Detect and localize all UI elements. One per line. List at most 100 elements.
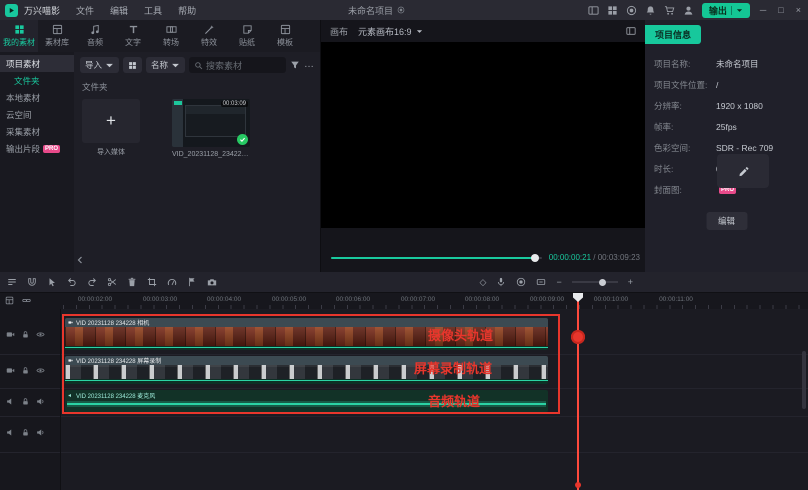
link-icon[interactable] <box>22 296 31 305</box>
preview-display-icon[interactable] <box>626 26 636 36</box>
tab-transition[interactable]: 转场 <box>152 20 190 52</box>
project-info-panel: 项目信息 项目名称: 未命名项目 项目文件位置: / 分辨率: 1920 x 1… <box>645 20 808 272</box>
marker-flag-icon[interactable] <box>187 277 197 287</box>
ruler-label: 00:00:03:00 <box>142 296 178 303</box>
preview-canvas[interactable] <box>321 42 645 228</box>
volume-icon[interactable] <box>36 397 45 406</box>
workspace-grid-icon[interactable] <box>607 5 618 16</box>
tab-audio[interactable]: 音频 <box>76 20 114 52</box>
sidebar-item-project-media[interactable]: 项目素材 <box>0 55 74 72</box>
tab-templates[interactable]: 模板 <box>266 20 304 52</box>
timeline-scrollbar[interactable] <box>802 351 806 409</box>
tab-my-media[interactable]: 我的素材 <box>0 20 38 52</box>
speaker-icon[interactable] <box>6 397 15 406</box>
keyframe-icon[interactable]: ◇ <box>480 277 487 288</box>
split-scissors-icon[interactable] <box>107 277 117 287</box>
magic-wand-icon <box>204 24 215 35</box>
sidebar-item-folder[interactable]: 文件夹 <box>0 72 74 89</box>
video-track-icon[interactable] <box>6 366 15 375</box>
cover-edit-box[interactable] <box>717 154 769 188</box>
timeline-toolbar: ◇ − + <box>0 272 808 292</box>
edit-cover-button[interactable]: 编辑 <box>705 212 748 230</box>
window-close-button[interactable]: × <box>794 5 803 15</box>
seek-handle[interactable] <box>531 253 540 262</box>
field-value: 1920 x 1080 <box>716 101 763 111</box>
volume-icon[interactable] <box>36 428 45 437</box>
menu-tools[interactable]: 工具 <box>136 4 170 17</box>
cart-icon[interactable] <box>664 5 675 16</box>
add-track-icon[interactable] <box>5 296 14 305</box>
menu-edit[interactable]: 编辑 <box>102 4 136 17</box>
import-thumb[interactable]: + <box>82 99 140 143</box>
clip-name: VID 20231128 234228 屏幕录制 <box>76 359 162 365</box>
timeline-toolbar-right: ◇ − + <box>480 277 633 288</box>
tab-label: 我的素材 <box>3 38 35 47</box>
lock-icon[interactable] <box>21 366 30 375</box>
window-minimize-button[interactable]: ─ <box>758 5 768 15</box>
redo-icon[interactable] <box>87 277 97 287</box>
lock-icon[interactable] <box>21 330 30 339</box>
import-label: 导入 <box>85 60 103 70</box>
menu-file[interactable]: 文件 <box>68 4 102 17</box>
import-button[interactable]: 导入 <box>80 57 120 73</box>
filter-icon[interactable] <box>290 60 300 70</box>
sidebar-item-cloud[interactable]: 云空间 <box>0 106 74 123</box>
zoom-out-button[interactable]: − <box>556 277 561 287</box>
render-preview-icon[interactable] <box>516 277 526 287</box>
timecode: 00:00:00:21 / 00:03:09:23 <box>549 253 640 262</box>
undo-icon[interactable] <box>67 277 77 287</box>
zoom-slider-handle[interactable] <box>599 278 607 286</box>
video-thumbnail[interactable]: 00:03:09 <box>172 99 250 147</box>
canvas-ratio-dropdown[interactable]: 元素画布16:9 <box>358 25 423 38</box>
import-media-tile[interactable]: + 导入媒体 <box>82 99 140 157</box>
lock-icon[interactable] <box>21 397 30 406</box>
eye-icon[interactable] <box>36 330 45 339</box>
more-options-button[interactable]: … <box>304 60 314 70</box>
eye-icon[interactable] <box>36 366 45 375</box>
speaker-icon[interactable] <box>6 428 15 437</box>
pointer-tool-icon[interactable] <box>47 277 57 287</box>
menu-help[interactable]: 帮助 <box>170 4 204 17</box>
playhead-line[interactable] <box>577 293 579 490</box>
clip-name: VID 20231128 234228 麦克风 <box>76 394 156 400</box>
view-toggle-button[interactable] <box>123 57 143 73</box>
crop-icon[interactable] <box>147 277 157 287</box>
timeline-ruler[interactable]: 00:00:02:00 00:00:03:00 00:00:04:00 00:0… <box>0 292 808 309</box>
sidebar-item-exported[interactable]: 输出片段 PRO <box>0 140 74 157</box>
caret-down-icon <box>416 28 423 35</box>
field-label: 时长: <box>654 164 674 174</box>
screen-record-icon[interactable] <box>626 5 637 16</box>
layout-toggle-icon[interactable] <box>588 5 599 16</box>
fit-timeline-icon[interactable] <box>536 277 546 287</box>
tab-stock-media[interactable]: 素材库 <box>38 20 76 52</box>
lock-icon[interactable] <box>21 428 30 437</box>
window-maximize-button[interactable]: □ <box>776 5 785 15</box>
zoom-slider[interactable] <box>571 278 618 286</box>
track2-header <box>0 356 58 384</box>
tab-text[interactable]: 文字 <box>114 20 152 52</box>
video-media-tile[interactable]: 00:03:09 VID_20231128_234228.mp4 <box>172 99 250 158</box>
track-options-icon[interactable] <box>7 277 17 287</box>
delete-trash-icon[interactable] <box>127 277 137 287</box>
canvas-option-label: 元素画布16:9 <box>358 26 412 37</box>
tab-effects[interactable]: 特效 <box>190 20 228 52</box>
user-icon[interactable] <box>683 5 694 16</box>
sidebar-item-local-media[interactable]: 本地素材 <box>0 89 74 106</box>
sort-button[interactable]: 名称 <box>146 57 186 73</box>
seek-bar[interactable] <box>331 253 542 262</box>
bell-icon[interactable] <box>645 5 656 16</box>
speed-icon[interactable] <box>167 277 177 287</box>
sidebar-label: 云空间 <box>6 109 32 120</box>
sidebar-item-captured[interactable]: 采集素材 <box>0 123 74 140</box>
magnet-icon[interactable] <box>27 277 37 287</box>
search-input[interactable]: 搜索素材 <box>189 57 286 73</box>
export-button[interactable]: 输出 <box>701 2 750 18</box>
snapshot-icon[interactable] <box>207 277 217 287</box>
tab-label: 贴纸 <box>239 38 255 47</box>
video-track-icon[interactable] <box>6 330 15 339</box>
zoom-in-button[interactable]: + <box>628 277 633 287</box>
tab-label: 素材库 <box>45 38 69 47</box>
voiceover-mic-icon[interactable] <box>496 277 506 287</box>
export-caret-icon[interactable] <box>736 7 743 14</box>
tab-stickers[interactable]: 贴纸 <box>228 20 266 52</box>
